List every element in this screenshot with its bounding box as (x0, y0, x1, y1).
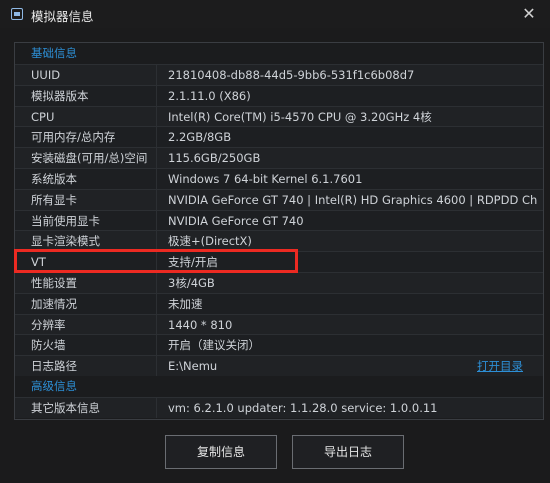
row-label: 分辨率 (31, 317, 66, 332)
row-label: 所有显卡 (31, 192, 77, 207)
info-row-os-version: 系统版本 Windows 7 64-bit Kernel 6.1.7601 (15, 168, 543, 189)
section-advanced-info: 高级信息 (15, 376, 543, 397)
row-label: CPU (31, 109, 55, 124)
info-panel[interactable]: 基础信息 UUID 21810408-db88-44d5-9bb6-531f1c6… (14, 42, 544, 420)
info-row-all-gpus: 所有显卡 NVIDIA GeForce GT 740 | Intel(R) HD … (15, 188, 543, 210)
info-row-firewall: 防火墙 开启（建议关闭） (15, 334, 543, 356)
export-log-button[interactable]: 导出日志 (292, 435, 404, 469)
app-window-icon (11, 8, 23, 20)
row-label: 加速情况 (31, 296, 77, 311)
row-label: 模拟器版本 (31, 88, 89, 103)
info-row-other-versions: 其它版本信息 vm: 6.2.1.0 updater: 1.1.28.0 serv… (15, 397, 543, 418)
row-label: 当前使用显卡 (31, 213, 100, 228)
info-row-current-gpu: 当前使用显卡 NVIDIA GeForce GT 740 (15, 209, 543, 231)
row-value: 支持/开启 (168, 255, 218, 270)
info-row-vt: VT 支持/开启 (15, 251, 543, 272)
info-row-emulator-version: 模拟器版本 2.1.11.0 (X86) (15, 84, 543, 106)
row-value: Intel(R) Core(TM) i5-4570 CPU @ 3.20GHz … (168, 109, 432, 124)
row-label: 防火墙 (31, 338, 66, 353)
row-value: NVIDIA GeForce GT 740 | Intel(R) HD Grap… (168, 192, 537, 207)
row-value: 2.1.11.0 (X86) (168, 88, 251, 103)
info-row-cpu: CPU Intel(R) Core(TM) i5-4570 CPU @ 3.20G… (15, 105, 543, 127)
open-directory-link[interactable]: 打开目录 (477, 356, 523, 376)
close-icon[interactable]: ✕ (520, 5, 538, 23)
row-label: 性能设置 (31, 276, 77, 290)
row-label: 可用内存/总内存 (31, 130, 116, 145)
info-row-uuid: UUID 21810408-db88-44d5-9bb6-531f1c6b08d7 (15, 64, 543, 85)
row-value: 115.6GB/250GB (168, 151, 261, 166)
window-title: 模拟器信息 (31, 9, 94, 24)
section-basic-info: 基础信息 (15, 43, 543, 64)
row-value: 开启（建议关闭） (168, 338, 260, 353)
row-value: 未加速 (168, 296, 203, 311)
info-row-performance: 性能设置 3核/4GB (15, 272, 543, 293)
row-value: 3核/4GB (168, 276, 215, 290)
row-label: 其它版本信息 (31, 401, 100, 415)
copy-info-button[interactable]: 复制信息 (165, 435, 277, 469)
row-value: 21810408-db88-44d5-9bb6-531f1c6b08d7 (168, 68, 415, 82)
row-label: 安装磁盘(可用/总)空间 (31, 151, 148, 166)
info-row-log-path: 日志路径 E:\Nemu 打开目录 (15, 355, 543, 376)
row-label: UUID (31, 68, 61, 82)
info-row-memory: 可用内存/总内存 2.2GB/8GB (15, 126, 543, 148)
row-label: 系统版本 (31, 172, 77, 186)
row-label: VT (31, 255, 46, 270)
title-bar: 模拟器信息 ✕ (0, 0, 550, 28)
row-value: 2.2GB/8GB (168, 130, 232, 145)
row-value: vm: 6.2.1.0 updater: 1.1.28.0 service: 1… (168, 401, 438, 415)
row-value: 极速+(DirectX) (168, 234, 252, 249)
row-value: 1440 * 810 (168, 317, 233, 332)
row-value: NVIDIA GeForce GT 740 (168, 213, 304, 228)
row-value: Windows 7 64-bit Kernel 6.1.7601 (168, 172, 363, 186)
info-row-resolution: 分辨率 1440 * 810 (15, 313, 543, 335)
row-label: 日志路径 (31, 359, 77, 374)
info-row-disk: 安装磁盘(可用/总)空间 115.6GB/250GB (15, 147, 543, 168)
info-row-acceleration: 加速情况 未加速 (15, 292, 543, 314)
info-row-render-mode: 显卡渲染模式 极速+(DirectX) (15, 230, 543, 252)
row-label: 显卡渲染模式 (31, 234, 100, 249)
